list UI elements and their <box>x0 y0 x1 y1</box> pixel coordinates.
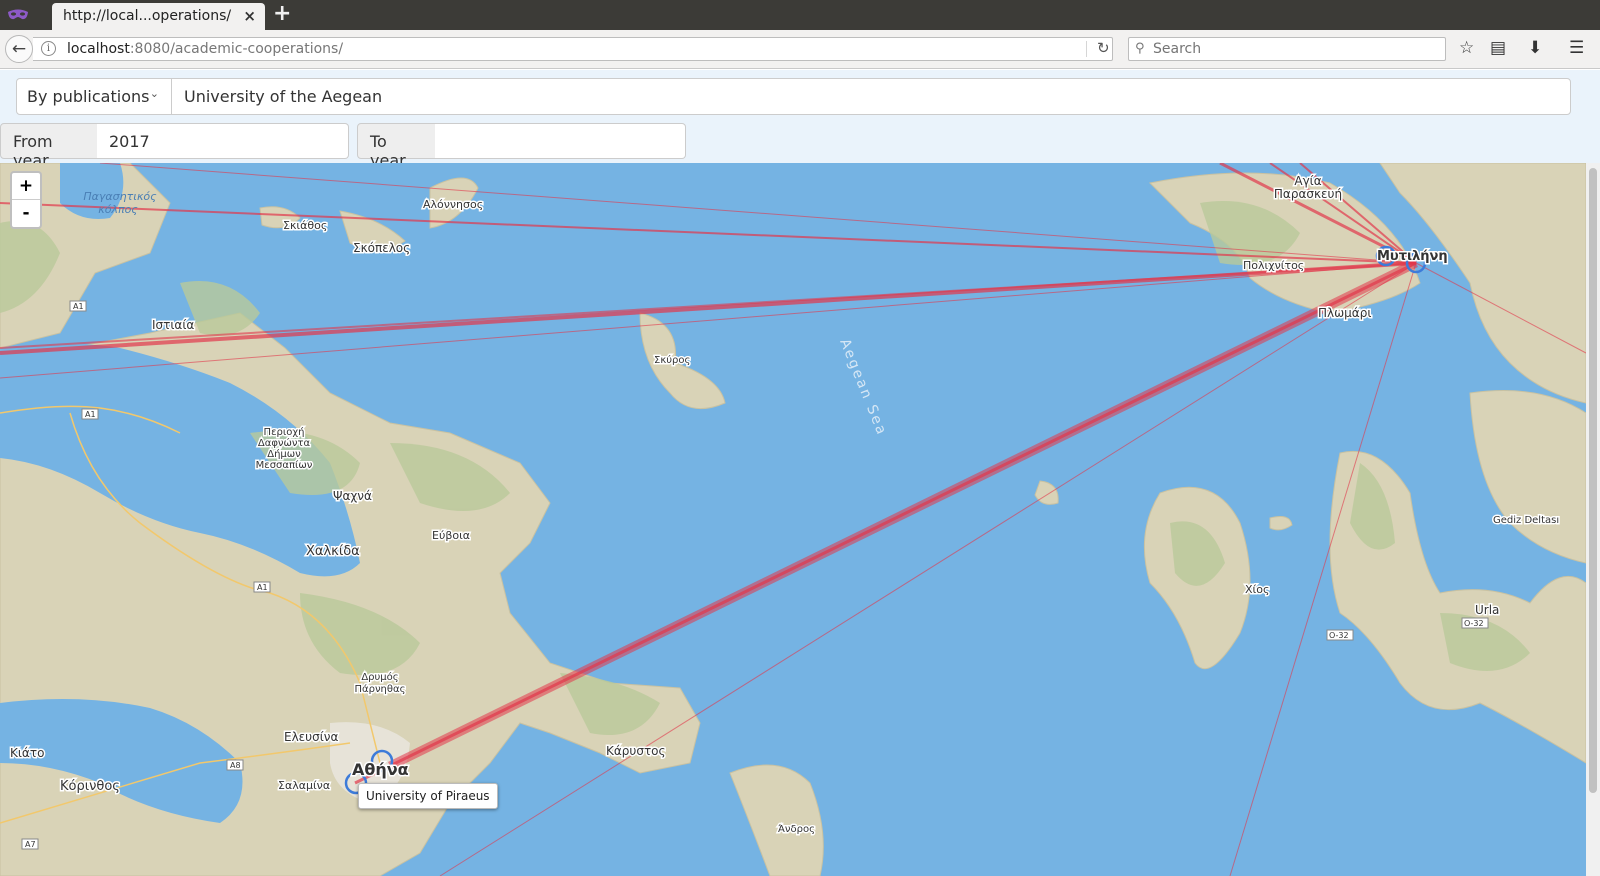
new-tab-button[interactable]: + <box>273 1 291 26</box>
map-label: Κιάτο <box>10 746 44 760</box>
map-label: Ψαχνά <box>333 489 372 503</box>
from-year-input[interactable]: 2017 <box>97 123 349 159</box>
map-label: Άνδρος <box>778 823 815 835</box>
page-scrollbar[interactable] <box>1586 163 1600 876</box>
private-browsing-mask-icon <box>8 9 28 20</box>
map-label: Παγασητικός <box>83 190 157 203</box>
tab-title: http://local...operations/ <box>63 8 232 24</box>
from-year-label: From year <box>0 123 98 170</box>
to-year-label: To year <box>357 123 436 170</box>
download-icon[interactable]: ⬇ <box>1528 38 1542 58</box>
marker-tooltip: University of Piraeus <box>358 783 498 809</box>
url-bar-divider <box>1086 41 1087 57</box>
map-label: Παρασκευή <box>1274 187 1342 201</box>
browser-tab[interactable]: http://local...operations/ × <box>52 3 265 30</box>
menu-hamburger-icon[interactable]: ☰ <box>1569 38 1584 58</box>
map-label: Κάρυστος <box>606 744 666 758</box>
url-bar[interactable]: i localhost:8080/academic-cooperations/ … <box>33 37 1113 61</box>
map-label: Σαλαμίνα <box>278 779 330 792</box>
reload-icon[interactable]: ↻ <box>1097 39 1110 57</box>
road-shield-a1: A1 <box>257 583 268 592</box>
map-label: Εύβοια <box>432 529 470 542</box>
road-shield-a7: A7 <box>25 840 36 849</box>
map-label: Μεσσαπίων <box>256 459 313 471</box>
map-label: Gediz Deltası <box>1493 515 1559 526</box>
search-placeholder: Search <box>1153 41 1202 57</box>
url-text: localhost:8080/academic-cooperations/ <box>67 41 343 57</box>
map-label: Κόρινθος <box>60 779 120 794</box>
to-year-input[interactable] <box>435 123 686 159</box>
university-input[interactable]: University of the Aegean <box>171 78 1571 115</box>
map-label: Δαφνώντα <box>258 437 311 449</box>
road-shield-a1: A1 <box>73 302 84 311</box>
zoom-control: + - <box>10 171 42 229</box>
map-label: Χίος <box>1245 583 1269 596</box>
zoom-in-button[interactable]: + <box>12 173 40 200</box>
map-label: Πολιχνίτος <box>1243 259 1304 272</box>
map-label: Αθήνα <box>352 760 409 779</box>
search-icon: ⚲ <box>1135 41 1145 56</box>
map-label: κόλπος <box>98 203 138 216</box>
browser-navigation-bar: ← i localhost:8080/academic-cooperations… <box>0 30 1600 69</box>
road-shield-a1: A1 <box>85 410 96 419</box>
browser-tab-bar: http://local...operations/ × + <box>0 0 1600 30</box>
map-label: Περιοχή <box>264 426 305 438</box>
map-label: Σκύρος <box>654 354 690 366</box>
reading-list-icon[interactable]: ▤ <box>1490 38 1506 58</box>
bookmark-star-icon[interactable]: ☆ <box>1459 38 1474 58</box>
map-label: Δήμων <box>267 448 301 460</box>
filter-controls: By publications ⌄ University of the Aege… <box>0 70 1600 170</box>
tab-close-icon[interactable]: × <box>243 7 256 25</box>
map-label: Σκόπελος <box>353 241 410 255</box>
url-path: :8080/academic-cooperations/ <box>129 41 344 57</box>
zoom-out-button[interactable]: - <box>12 200 40 227</box>
map-label: Urla <box>1475 603 1499 617</box>
map-label: Πλωμάρι <box>1318 306 1371 320</box>
back-arrow-icon: ← <box>11 39 27 59</box>
site-info-icon[interactable]: i <box>41 41 56 56</box>
map-label: Πάρνηθας <box>355 683 406 695</box>
map-label: Χαλκίδα <box>306 544 360 559</box>
map-label: Σκιάθος <box>283 219 327 232</box>
cooperation-map[interactable]: Παγασητικός κόλπος Σκιάθος Αλόννησος Σκό… <box>0 163 1586 876</box>
map-label: Αγία <box>1294 174 1321 188</box>
chevron-down-icon: ⌄ <box>149 87 159 100</box>
road-shield-a8: A8 <box>230 761 241 770</box>
mode-select-value: By publications <box>27 87 150 106</box>
map-tiles: Παγασητικός κόλπος Σκιάθος Αλόννησος Σκό… <box>0 163 1586 876</box>
map-label: Αλόννησος <box>423 198 483 211</box>
map-label: Ιστιαία <box>152 318 194 332</box>
back-button[interactable]: ← <box>5 35 33 63</box>
road-shield-o32: O-32 <box>1329 631 1349 640</box>
url-host: localhost <box>67 41 130 57</box>
mode-select[interactable]: By publications ⌄ <box>16 78 172 115</box>
map-label: Ελευσίνα <box>284 730 338 744</box>
sea-label: Aegean Sea <box>836 337 890 439</box>
search-input[interactable]: ⚲ Search <box>1128 37 1446 61</box>
map-label: Μυτιλήνη <box>1377 249 1448 264</box>
road-shield-o32: O-32 <box>1464 619 1484 628</box>
map-label: Δρυμός <box>361 671 398 683</box>
scrollbar-thumb[interactable] <box>1589 168 1597 793</box>
